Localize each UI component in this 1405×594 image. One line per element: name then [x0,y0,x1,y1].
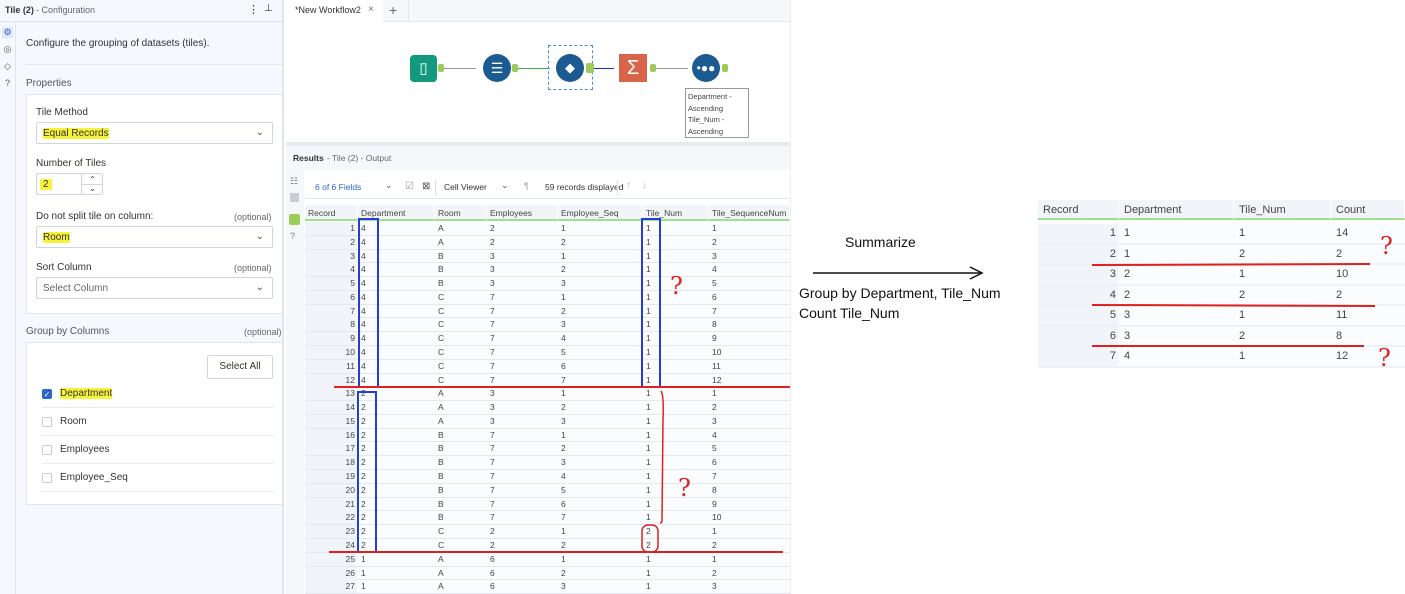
blue-box-department-4 [358,218,379,388]
group-by-annotation: Group by Department, Tile_Num [799,285,1001,301]
question-mark-annotation: ? [1380,232,1393,260]
count-annotation: Count Tile_Num [799,305,900,321]
summarize-annotation: Summarize [845,234,916,250]
red-bracket [659,390,664,524]
red-divider-line [1091,263,1371,266]
red-circle-tile-2 [641,524,659,553]
blue-box-tile-num [641,218,661,388]
question-mark-annotation: ? [1378,344,1391,372]
question-mark-annotation: ? [670,272,683,300]
annotation-overlay [329,218,1376,553]
red-divider-line [1091,304,1376,307]
blue-box-department-2 [357,391,377,553]
question-mark-annotation: ? [678,474,691,502]
